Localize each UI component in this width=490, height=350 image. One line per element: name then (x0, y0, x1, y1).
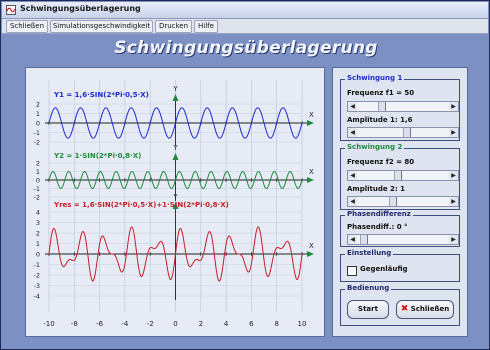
frequency-1-slider[interactable]: ◀ ▶ (347, 101, 459, 112)
y-axis-label: Y (172, 85, 178, 93)
y-tick-label: 1 (36, 168, 40, 176)
y-tick-label: -4 (34, 293, 40, 301)
y-tick-label: 0 (36, 177, 40, 185)
close-button-label: Schließen (410, 305, 450, 313)
left-arrow-icon[interactable]: ◀ (348, 128, 357, 137)
x-tick-label: 6 (249, 320, 254, 328)
slider-thumb[interactable] (378, 102, 387, 111)
close-button[interactable]: ✖ Schließen (396, 300, 454, 319)
x-axis-label: X (309, 111, 314, 119)
y-tick-label: -1 (34, 129, 40, 137)
start-button[interactable]: Start (347, 300, 389, 319)
group-legend: Bedienung (345, 284, 392, 292)
group-bedienung: Bedienung Start ✖ Schließen (340, 284, 460, 326)
y-tick-label: 4 (36, 209, 40, 217)
x-tick-label: -8 (71, 320, 78, 328)
group-einstellung: Einstellung Gegenläufig (340, 249, 460, 282)
slider-thumb[interactable] (402, 128, 411, 137)
amplitude-2-label: Amplitude 2: 1 (347, 185, 406, 193)
gegenlaeufig-checkbox[interactable] (347, 266, 357, 276)
x-tick-label: 10 (298, 320, 307, 328)
frequency-2-slider[interactable]: ◀ ▶ (347, 170, 459, 181)
formula-label: Yres = 1,6·SIN(2*Pi·0,5·X)+1·SIN(2*Pi·0,… (53, 201, 229, 209)
right-arrow-icon[interactable]: ▶ (449, 102, 458, 111)
left-arrow-icon[interactable]: ◀ (348, 102, 357, 111)
group-phasendifferenz: Phasendifferenz Phasendiff.: 0 ° ◀ ▶ (340, 210, 460, 247)
left-arrow-icon[interactable]: ◀ (348, 235, 357, 244)
x-tick-label: -6 (96, 320, 104, 328)
window-title: Schwingungsüberlagerung (20, 4, 141, 13)
amplitude-1-label: Amplitude 1: 1,6 (347, 116, 413, 124)
y-tick-label: -2 (34, 139, 40, 147)
x-tick-label: 4 (224, 320, 229, 328)
right-arrow-icon[interactable]: ▶ (449, 235, 458, 244)
menu-schliessen[interactable]: Schließen (6, 20, 48, 33)
y-tick-label: -3 (34, 282, 40, 290)
group-legend: Schwingung 2 (345, 143, 405, 151)
slider-thumb[interactable] (393, 171, 402, 180)
frequency-1-label: Frequenz f1 = 50 (347, 89, 415, 97)
x-tick-label: -2 (147, 320, 154, 328)
group-schwingung-1: Schwingung 1 Frequenz f1 = 50 ◀ ▶ Amplit… (340, 74, 460, 141)
group-legend: Schwingung 1 (345, 74, 405, 82)
slider-thumb[interactable] (359, 235, 368, 244)
amplitude-2-slider[interactable]: ◀ ▶ (347, 196, 459, 207)
menu-simulationsgeschwindigkeit[interactable]: Simulationsgeschwindigkeit (50, 20, 153, 33)
y-tick-label: 2 (36, 230, 40, 238)
close-icon: ✖ (400, 304, 409, 314)
x-tick-label: -10 (43, 320, 54, 328)
y-tick-label: -2 (34, 194, 40, 202)
gegenlaeufig-label: Gegenläufig (360, 265, 408, 273)
y-tick-label: 2 (36, 101, 40, 109)
formula-label: Y2 = 1·SIN(2*Pi·0,8·X) (53, 152, 141, 160)
left-arrow-icon[interactable]: ◀ (348, 171, 357, 180)
y-tick-label: -1 (34, 185, 40, 193)
phase-label: Phasendiff.: 0 ° (347, 223, 408, 231)
oscillation-chart: 210-1-2XYY1 = 1,6·SIN(2*Pi·0,5·X)210-1-2… (26, 68, 324, 336)
group-legend: Einstellung (345, 249, 394, 257)
x-tick-label: 2 (199, 320, 203, 328)
x-tick-label: 0 (173, 320, 177, 328)
x-tick-label: -4 (121, 320, 129, 328)
group-schwingung-2: Schwingung 2 Frequenz f2 = 80 ◀ ▶ Amplit… (340, 143, 460, 210)
title-bar: Schwingungsüberlagerung (2, 2, 488, 19)
menu-bar: Schließen Simulationsgeschwindigkeit Dru… (2, 19, 488, 34)
y-axis-label: Y (172, 144, 178, 152)
phase-slider[interactable]: ◀ ▶ (347, 234, 459, 245)
right-arrow-icon[interactable]: ▶ (449, 171, 458, 180)
formula-label: Y1 = 1,6·SIN(2*Pi·0,5·X) (53, 91, 149, 99)
group-legend: Phasendifferenz (345, 210, 413, 218)
app-window: Schwingungsüberlagerung Schließen Simula… (0, 0, 490, 350)
slider-thumb[interactable] (388, 197, 397, 206)
y-tick-label: 2 (36, 160, 40, 168)
y-tick-label: -1 (34, 261, 40, 269)
right-arrow-icon[interactable]: ▶ (449, 197, 458, 206)
y-tick-label: 0 (36, 251, 40, 259)
app-heading: Schwingungsüberlagerung (114, 38, 378, 58)
y-tick-label: 3 (36, 219, 40, 227)
menu-drucken[interactable]: Drucken (155, 20, 192, 33)
x-axis-label: X (309, 168, 314, 176)
x-axis-label: X (309, 242, 314, 250)
app-icon (6, 5, 16, 15)
x-tick-label: 8 (274, 320, 278, 328)
right-arrow-icon[interactable]: ▶ (449, 128, 458, 137)
y-tick-label: 1 (36, 110, 40, 118)
menu-hilfe[interactable]: Hilfe (194, 20, 218, 33)
y-tick-label: 0 (36, 120, 40, 128)
y-tick-label: 1 (36, 240, 40, 248)
chart-panel: 2 1 0 -1 -2 X Y Y1 = 1,6·SIN(2*Pi·0,5·X) 2 1 0 -1 -2… (25, 67, 325, 337)
control-panel: Schwingung 1 Frequenz f1 = 50 ◀ ▶ Amplit… (332, 67, 468, 337)
y-tick-label: -2 (34, 272, 40, 280)
amplitude-1-slider[interactable]: ◀ ▶ (347, 127, 459, 138)
frequency-2-label: Frequenz f2 = 80 (347, 158, 415, 166)
y-axis-label: Y (172, 193, 178, 201)
left-arrow-icon[interactable]: ◀ (348, 197, 357, 206)
